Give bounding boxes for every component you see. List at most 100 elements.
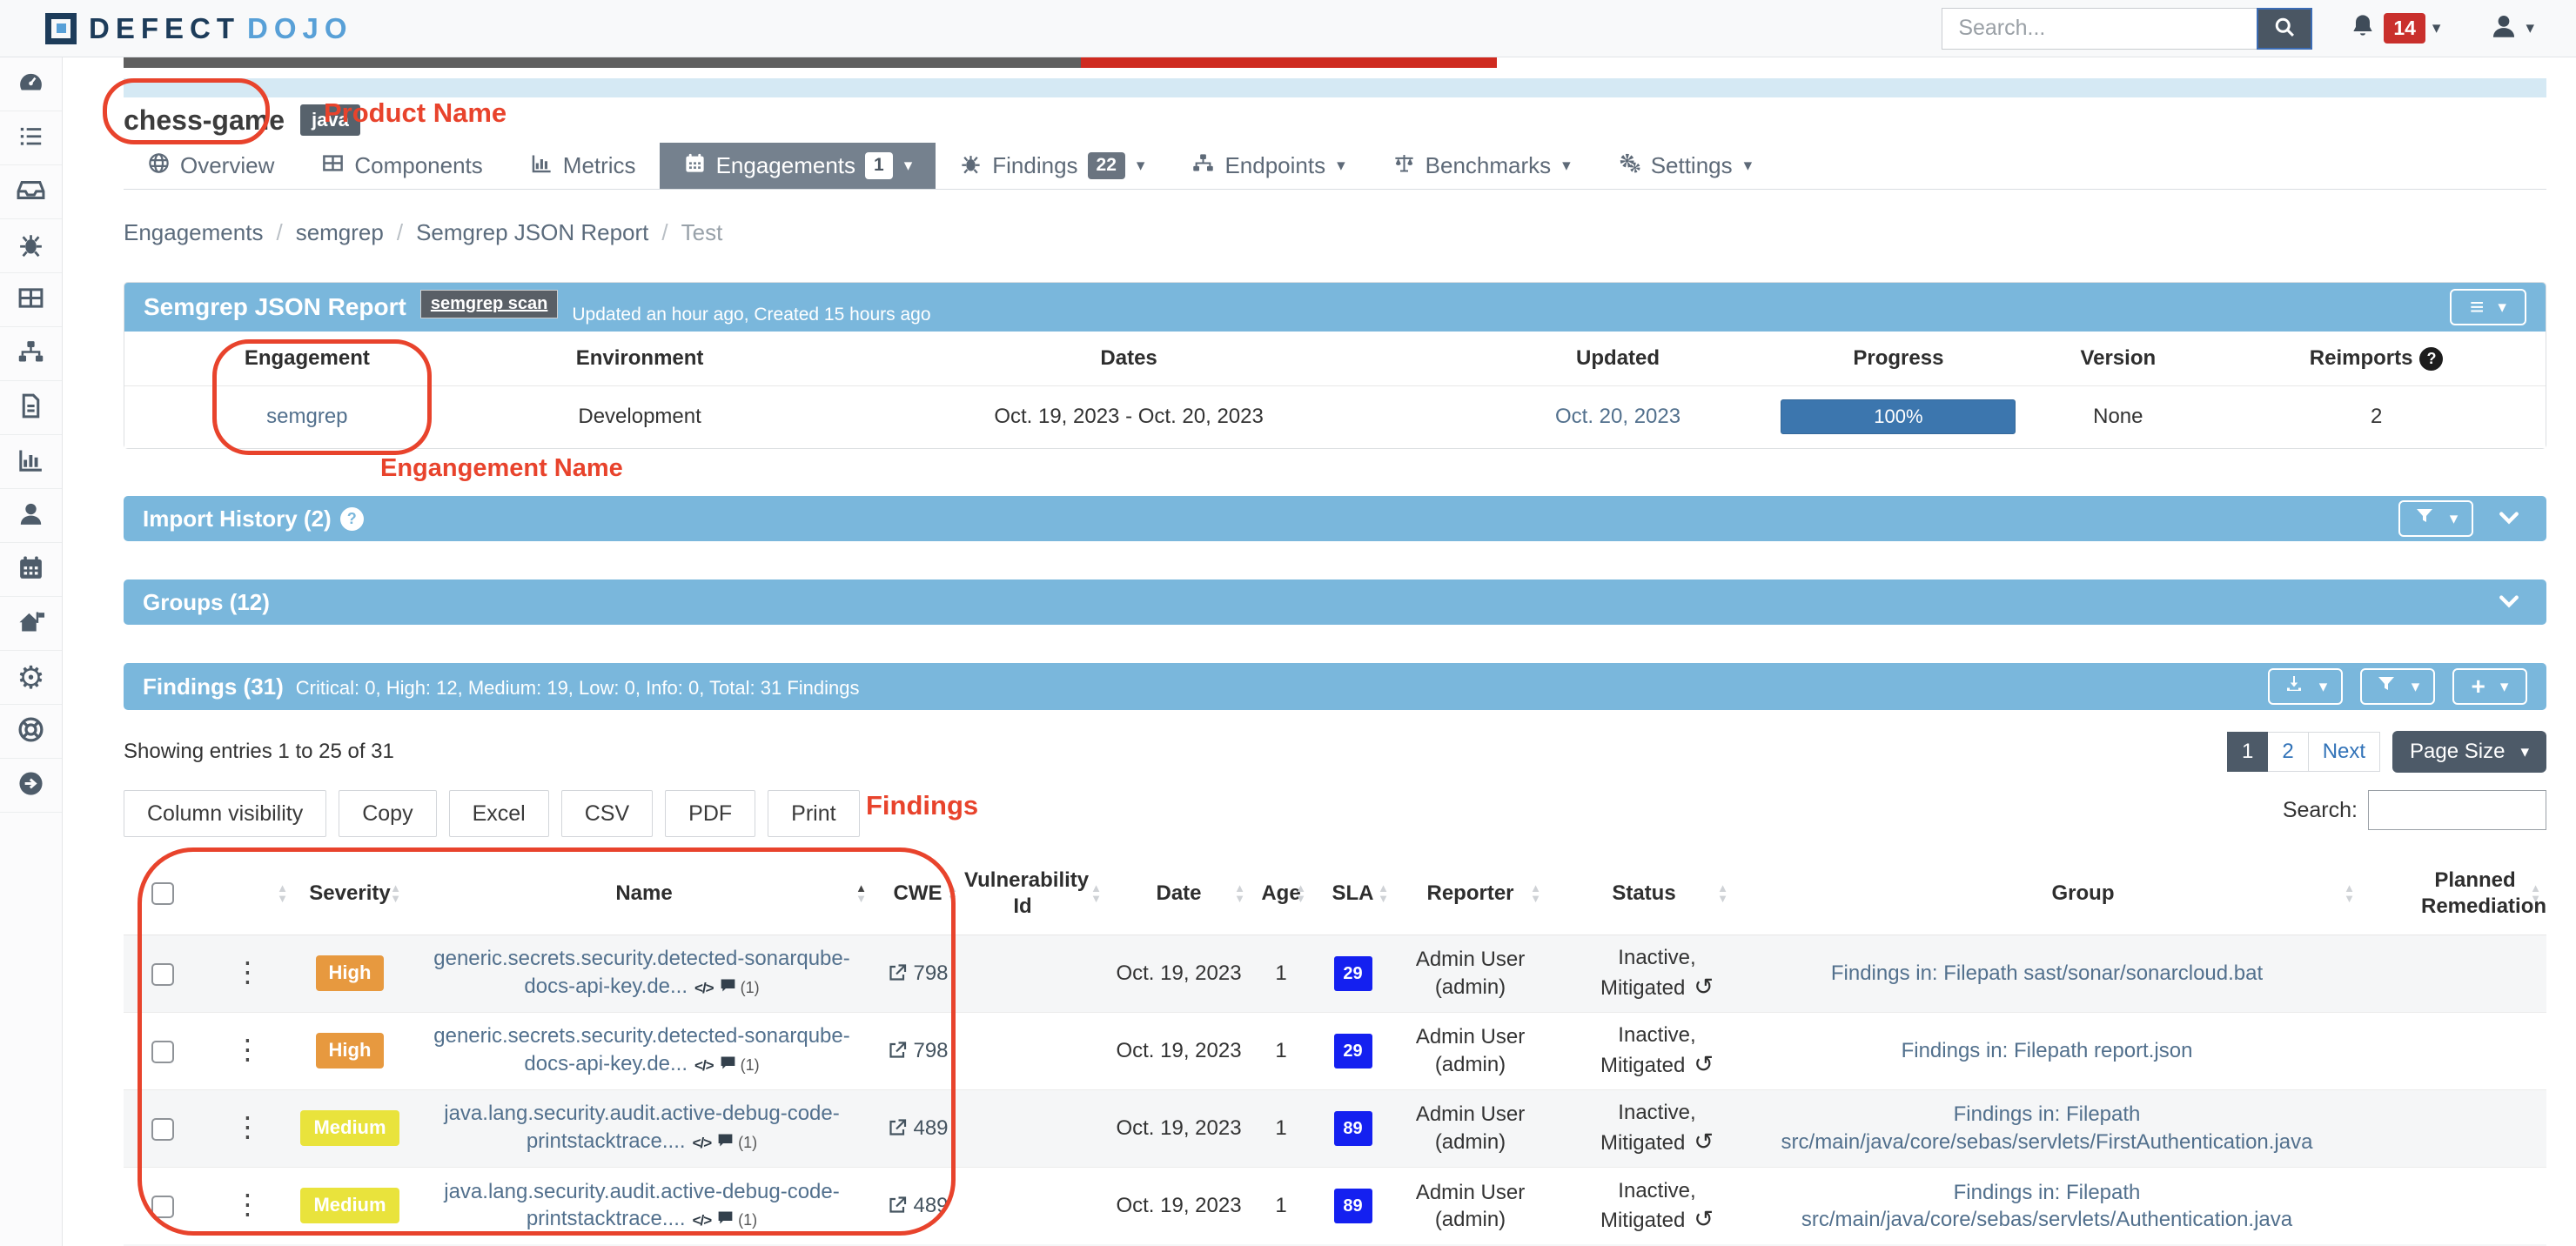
severity-header[interactable]: Severity▲▼ <box>293 853 406 934</box>
tab-components[interactable]: Components <box>298 143 506 189</box>
page-size-button[interactable]: Page Size ▾ <box>2392 731 2546 773</box>
sidebar-item-settings[interactable]: ⚙ <box>0 651 62 705</box>
reporter-header[interactable]: Reporter▲▼ <box>1394 853 1546 934</box>
sidebar-item-reports[interactable] <box>0 381 62 435</box>
select-finding-checkbox[interactable] <box>151 963 174 986</box>
updated-value[interactable]: Oct. 20, 2023 <box>1555 405 1680 428</box>
sort-icon-active[interactable]: ▲▼ <box>855 883 867 904</box>
finding-name-link[interactable]: java.lang.security.audit.active-debug-co… <box>444 1102 839 1152</box>
select-all-checkbox[interactable] <box>151 882 174 905</box>
csv-button[interactable]: CSV <box>561 790 653 837</box>
status-header[interactable]: Status▲▼ <box>1546 853 1734 934</box>
sort-icon[interactable]: ▲▼ <box>1090 883 1102 904</box>
history-icon[interactable]: ↺ <box>1694 1051 1714 1077</box>
pdf-button[interactable]: PDF <box>665 790 755 837</box>
group-link[interactable]: Findings in: Filepath src/main/java/core… <box>1734 1089 2360 1167</box>
column-visibility-button[interactable]: Column visibility <box>124 790 326 837</box>
sidebar-item-findings-list[interactable] <box>0 111 62 165</box>
scan-type-badge[interactable]: semgrep scan <box>420 290 559 318</box>
sidebar-item-users[interactable] <box>0 489 62 543</box>
sidebar-item-bug[interactable] <box>0 219 62 273</box>
kebab-menu-icon[interactable]: ⋮ <box>234 956 262 988</box>
global-search-input[interactable] <box>1942 8 2257 50</box>
kebab-menu-icon[interactable]: ⋮ <box>234 1189 262 1220</box>
tab-endpoints[interactable]: Endpoints ▾ <box>1168 143 1368 189</box>
tab-findings[interactable]: Findings 22 ▾ <box>936 143 1168 189</box>
select-finding-checkbox[interactable] <box>151 1041 174 1063</box>
print-button[interactable]: Print <box>768 790 859 837</box>
sla-header[interactable]: SLA▲▼ <box>1311 853 1394 934</box>
comment-icon[interactable] <box>716 1207 735 1234</box>
planned-remediation-header[interactable]: Planned Remediation▲▼ <box>2360 853 2546 934</box>
finding-name-link[interactable]: generic.secrets.security.detected-sonarq… <box>433 947 849 997</box>
select-finding-checkbox[interactable] <box>151 1118 174 1141</box>
import-history-section-header[interactable]: Import History (2) ? ▾ <box>124 496 2546 541</box>
groups-collapse-toggle[interactable] <box>2491 587 2527 618</box>
sort-icon[interactable]: ▲▼ <box>1234 883 1245 904</box>
breadcrumb-engagements[interactable]: Engagements <box>124 218 296 247</box>
sort-icon[interactable]: ▲▼ <box>1295 883 1306 904</box>
sort-icon[interactable]: ▲▼ <box>2344 883 2355 904</box>
sort-icon[interactable]: ▲▼ <box>2530 883 2541 904</box>
sidebar-item-metrics[interactable] <box>0 435 62 489</box>
sort-icon[interactable]: ▲▼ <box>390 883 401 904</box>
tab-benchmarks[interactable]: Benchmarks ▾ <box>1369 143 1594 189</box>
select-finding-checkbox[interactable] <box>151 1196 174 1218</box>
sidebar-item-dashboard[interactable] <box>0 57 62 111</box>
copy-button[interactable]: Copy <box>339 790 436 837</box>
cwe-link[interactable]: 489 <box>913 1116 948 1140</box>
cwe-link[interactable]: 798 <box>913 1039 948 1062</box>
sidebar-item-endpoints[interactable] <box>0 327 62 381</box>
sidebar-item-inbox[interactable] <box>0 165 62 219</box>
user-menu[interactable]: ▾ <box>2489 11 2534 45</box>
sidebar-item-components[interactable] <box>0 273 62 327</box>
next-page-button[interactable]: Next <box>2309 732 2380 772</box>
cwe-header[interactable]: CWE▲▼ <box>872 853 963 934</box>
findings-filter-button[interactable]: ▾ <box>2360 668 2435 705</box>
import-history-collapse-toggle[interactable] <box>2491 504 2527 534</box>
group-link[interactable]: Findings in: Filepath sast/sonar/sonarcl… <box>1734 934 2360 1012</box>
finding-name-link[interactable]: generic.secrets.security.detected-sonarq… <box>433 1024 849 1075</box>
history-icon[interactable]: ↺ <box>1694 1129 1714 1155</box>
excel-button[interactable]: Excel <box>449 790 549 837</box>
vulnerability-id-header[interactable]: Vulnerability Id▲▼ <box>963 853 1107 934</box>
group-header[interactable]: Group▲▼ <box>1734 853 2360 934</box>
defectdojo-logo[interactable]: DEFECTDOJO <box>45 12 353 45</box>
findings-search-input[interactable] <box>2368 790 2546 830</box>
tab-metrics[interactable]: Metrics <box>506 143 660 189</box>
comment-icon[interactable] <box>719 975 737 1001</box>
help-icon[interactable]: ? <box>2419 347 2443 371</box>
global-search-button[interactable] <box>2257 8 2312 50</box>
import-history-filter-button[interactable]: ▾ <box>2398 500 2473 537</box>
notifications-menu[interactable]: 14 ▾ <box>2349 12 2440 44</box>
findings-add-button[interactable]: + ▾ <box>2452 668 2527 705</box>
group-link[interactable]: Findings in: Filepath src/main/java/core… <box>1734 1167 2360 1244</box>
name-header[interactable]: Name▲▼ <box>406 853 872 934</box>
sort-icon[interactable]: ▲▼ <box>1717 883 1728 904</box>
sidebar-item-home[interactable] <box>0 597 62 651</box>
findings-download-button[interactable]: ▾ <box>2268 668 2343 705</box>
breadcrumb-semgrep-json-report[interactable]: Semgrep JSON Report <box>416 218 681 247</box>
engagement-link[interactable]: semgrep <box>266 405 347 428</box>
comment-icon[interactable] <box>716 1129 735 1156</box>
tab-engagements[interactable]: Engagements 1 ▾ <box>660 143 936 189</box>
report-menu-button[interactable]: ≡ ▾ <box>2450 289 2526 325</box>
kebab-menu-icon[interactable]: ⋮ <box>234 1034 262 1065</box>
sort-icon[interactable]: ▲▼ <box>1530 883 1541 904</box>
tab-overview[interactable]: Overview <box>124 143 298 189</box>
page-1-button[interactable]: 1 <box>2227 732 2268 772</box>
group-link[interactable]: Findings in: Filepath report.json <box>1734 1012 2360 1089</box>
comment-icon[interactable] <box>719 1052 737 1079</box>
sidebar-item-calendar[interactable] <box>0 543 62 597</box>
sidebar-item-logout[interactable] <box>0 759 62 813</box>
history-icon[interactable]: ↺ <box>1694 974 1714 1000</box>
cwe-link[interactable]: 489 <box>913 1194 948 1217</box>
groups-section-header[interactable]: Groups (12) <box>124 579 2546 625</box>
history-icon[interactable]: ↺ <box>1694 1206 1714 1232</box>
breadcrumb-engagement-semgrep[interactable]: semgrep <box>296 218 416 247</box>
tab-settings[interactable]: Settings ▾ <box>1594 143 1776 189</box>
sort-icon[interactable]: ▲▼ <box>947 883 958 904</box>
help-icon[interactable]: ? <box>340 507 364 531</box>
finding-name-link[interactable]: java.lang.security.audit.active-debug-co… <box>444 1180 839 1230</box>
sort-icon[interactable]: ▲▼ <box>277 883 288 904</box>
